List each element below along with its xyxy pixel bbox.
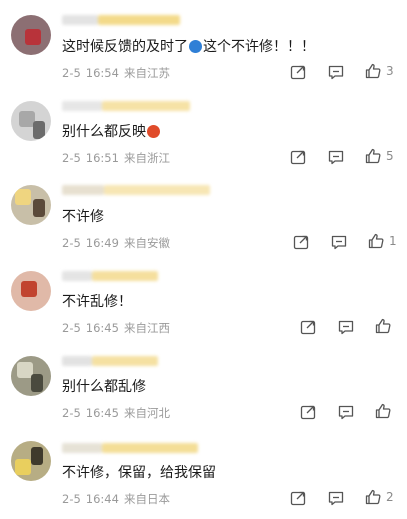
share-icon[interactable]: [299, 403, 317, 421]
avatar[interactable]: [11, 101, 51, 141]
comment-text: 别什么都反映: [62, 121, 161, 141]
username[interactable]: [62, 15, 180, 25]
comment-date: 2-5: [62, 236, 81, 250]
share-icon[interactable]: [289, 63, 307, 81]
comment-time: 16:49: [85, 236, 119, 250]
username[interactable]: [62, 443, 198, 453]
avatar[interactable]: [11, 271, 51, 311]
like-count: 1: [389, 234, 397, 248]
avatar[interactable]: [11, 441, 51, 481]
username[interactable]: [62, 271, 158, 281]
comment-text: 不许乱修！: [62, 294, 132, 310]
comment-date: 2-5: [62, 66, 81, 80]
comment-icon[interactable]: [337, 403, 355, 421]
comment-date: 2-5: [62, 492, 81, 506]
comment-text: 不许修，保留，给我保留: [62, 465, 216, 481]
share-icon[interactable]: [289, 489, 307, 507]
thumbs-up-icon[interactable]: [364, 147, 382, 165]
comment-time: 16:54: [85, 66, 119, 80]
avatar[interactable]: [11, 15, 51, 55]
comment-icon[interactable]: [330, 233, 348, 251]
comment-icon[interactable]: [327, 148, 345, 166]
thumbs-up-icon[interactable]: [374, 402, 392, 420]
comment-date: 2-5: [62, 151, 81, 165]
like-count: 2: [386, 490, 394, 504]
comment-icon[interactable]: [327, 489, 345, 507]
comment-icon[interactable]: [337, 318, 355, 336]
comment-time: 16:51: [85, 151, 119, 165]
thumbs-up-icon[interactable]: [364, 488, 382, 506]
comment-location: 来自河北: [123, 406, 170, 420]
avatar[interactable]: [11, 185, 51, 225]
username[interactable]: [62, 185, 210, 195]
comment-text: 不许修: [62, 209, 104, 225]
comment-meta: 2-5 16:44 来自日本: [62, 491, 175, 507]
avatar[interactable]: [11, 356, 51, 396]
share-icon[interactable]: [292, 233, 310, 251]
username[interactable]: [62, 101, 190, 111]
comment-location: 来自日本: [123, 492, 170, 506]
share-icon[interactable]: [299, 318, 317, 336]
thumbs-up-icon[interactable]: [374, 317, 392, 335]
comment-meta: 2-5 16:45 来自河北: [62, 405, 175, 421]
thumbs-up-icon[interactable]: [364, 62, 382, 80]
like-count: 3: [386, 64, 394, 78]
emoji-icon: [147, 125, 160, 138]
comment-location: 来自江苏: [123, 66, 170, 80]
like-count: 5: [386, 149, 394, 163]
comment-meta: 2-5 16:51 来自浙江: [62, 150, 175, 166]
comment-meta: 2-5 16:54 来自江苏: [62, 65, 175, 81]
comment-date: 2-5: [62, 406, 81, 420]
comment-meta: 2-5 16:45 来自江西: [62, 320, 175, 336]
comment-icon[interactable]: [327, 63, 345, 81]
comment-time: 16:44: [85, 492, 119, 506]
emoji-icon: [189, 40, 202, 53]
comment-time: 16:45: [85, 406, 119, 420]
username[interactable]: [62, 356, 158, 366]
comment-text: 别什么都乱修: [62, 379, 146, 395]
comment-location: 来自安徽: [123, 236, 170, 250]
comment-meta: 2-5 16:49 来自安徽: [62, 235, 175, 251]
comment-location: 来自浙江: [123, 151, 170, 165]
thumbs-up-icon[interactable]: [367, 232, 385, 250]
comment-location: 来自江西: [123, 321, 170, 335]
comment-date: 2-5: [62, 321, 81, 335]
share-icon[interactable]: [289, 148, 307, 166]
comment-text: 这时候反馈的及时了 这个不许修！！！: [62, 39, 315, 55]
comment-time: 16:45: [85, 321, 119, 335]
